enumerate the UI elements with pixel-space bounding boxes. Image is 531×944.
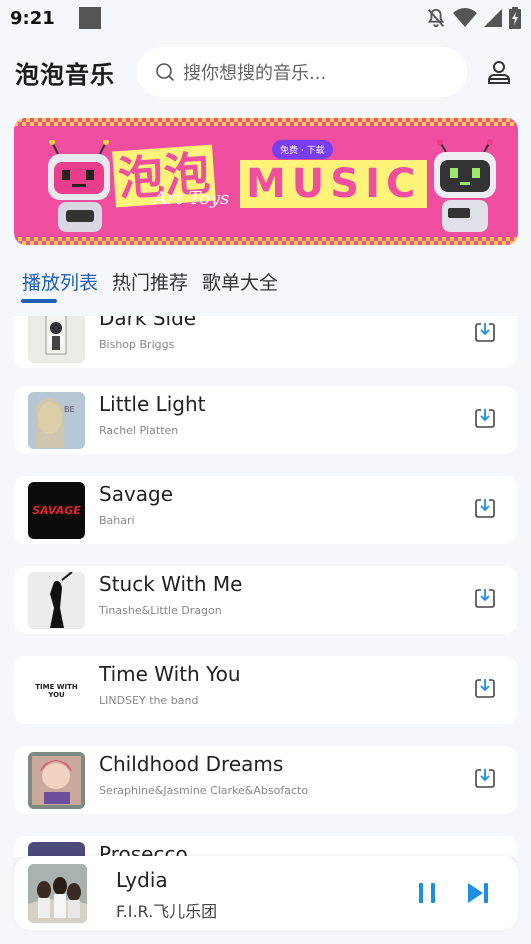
list-item[interactable]: SAVAGE Savage Bahari [14, 476, 517, 544]
pause-icon[interactable] [414, 880, 440, 906]
next-track-icon[interactable] [465, 880, 491, 906]
download-icon[interactable] [473, 766, 497, 790]
song-artist: LINDSEY the band [99, 694, 199, 707]
player-song-title: Lydia [116, 868, 168, 892]
battery-icon [509, 7, 521, 29]
robot-right-illustration [434, 139, 496, 232]
signal-icon [484, 9, 502, 27]
banner-title: 泡泡 MUSIC 免费 · 下载 Art Toys [112, 140, 434, 214]
song-title: Prosecco [99, 842, 188, 857]
banner-badge: 免费 · 下载 [272, 140, 333, 159]
status-icons [425, 7, 521, 29]
svg-text:BE: BE [64, 405, 75, 414]
promo-banner[interactable]: 泡泡 MUSIC 免费 · 下载 Art Toys [14, 118, 518, 245]
download-icon[interactable] [473, 496, 497, 520]
album-cover: SAVAGE [28, 482, 85, 539]
notification-icon [78, 7, 101, 29]
wifi-icon [453, 8, 477, 27]
download-icon[interactable] [473, 586, 497, 610]
user-profile-button[interactable] [482, 55, 516, 89]
banner-subtitle: Art Toys [154, 188, 230, 209]
list-item[interactable]: Childhood Dreams Seraphine&Jasmine Clark… [14, 746, 517, 814]
banner-border-top [14, 118, 518, 126]
album-cover [28, 316, 85, 363]
album-cover [28, 842, 85, 857]
download-icon[interactable] [473, 676, 497, 700]
download-icon[interactable] [473, 320, 497, 344]
song-list[interactable]: Dark Side Bishop Briggs BE Little Light … [0, 316, 531, 857]
player-album-cover [28, 864, 87, 923]
app-title: 泡泡音乐 [15, 60, 115, 89]
mini-player[interactable]: Lydia F.I.R.飞儿乐团 [14, 856, 518, 930]
song-artist: Tinashe&Little Dragon [99, 604, 222, 617]
download-icon[interactable] [473, 406, 497, 430]
list-item[interactable]: BE Little Light Rachel Platten [14, 386, 517, 454]
list-item[interactable]: Prosecco [14, 836, 517, 857]
user-icon [488, 61, 510, 84]
song-title: Dark Side [99, 316, 197, 330]
song-artist: Seraphine&Jasmine Clarke&Absofacto [99, 784, 309, 797]
tab-hot-recommend[interactable]: 热门推荐 [112, 268, 188, 308]
list-item[interactable]: TIME WITH YOU Time With You LINDSEY the … [14, 656, 517, 724]
song-artist: Bahari [99, 514, 135, 527]
album-cover-text: TIME WITH YOU [35, 682, 78, 699]
album-cover-text: SAVAGE [32, 504, 81, 517]
album-cover [28, 572, 85, 629]
status-bar: 9:21 [0, 0, 531, 36]
list-item[interactable]: Dark Side Bishop Briggs [14, 316, 517, 368]
player-song-artist: F.I.R.飞儿乐团 [116, 902, 218, 921]
song-title: Time With You [99, 662, 241, 686]
album-cover: TIME WITH YOU [28, 662, 85, 719]
active-tab-indicator [21, 299, 57, 303]
search-input[interactable]: 搜你想搜的音乐... [137, 47, 467, 97]
header: 泡泡音乐 搜你想搜的音乐... [0, 46, 531, 98]
mute-bell-icon [427, 8, 445, 28]
song-title: Stuck With Me [99, 572, 243, 596]
tab-song-lists[interactable]: 歌单大全 [202, 268, 278, 308]
song-artist: Bishop Briggs [99, 338, 175, 351]
album-cover: BE [28, 392, 85, 449]
search-icon [156, 63, 174, 81]
banner-border-bottom [14, 237, 518, 245]
list-item[interactable]: Stuck With Me Tinashe&Little Dragon [14, 566, 517, 634]
search-placeholder: 搜你想搜的音乐... [183, 63, 327, 84]
song-title: Savage [99, 482, 174, 506]
robot-left-illustration [48, 140, 110, 232]
song-title: Little Light [99, 392, 206, 416]
tab-bar: 播放列表 热门推荐 歌单大全 [22, 268, 278, 308]
song-artist: Rachel Platten [99, 424, 179, 437]
banner-title-en: MUSIC [240, 160, 428, 208]
album-cover [28, 752, 85, 809]
song-title: Childhood Dreams [99, 752, 284, 776]
status-time: 9:21 [10, 7, 55, 29]
